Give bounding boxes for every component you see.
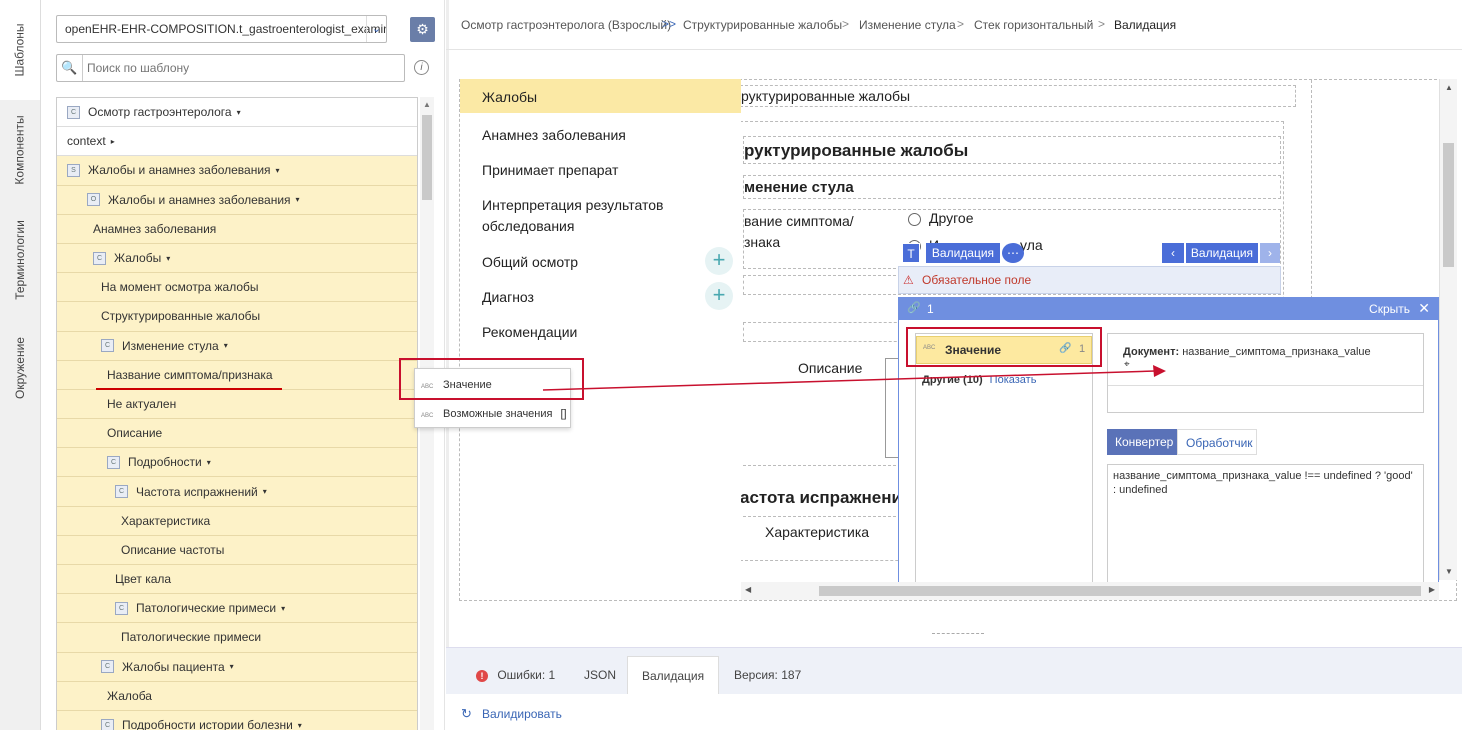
tab-json[interactable]: JSON <box>584 656 616 694</box>
validate-button[interactable]: Валидировать <box>482 707 562 721</box>
error-icon: ! <box>476 670 488 682</box>
tab-validation[interactable]: Валидация <box>627 656 720 694</box>
tab-errors[interactable]: ! Ошибки: 1 <box>476 656 555 694</box>
validate-bar: ↻ Валидировать <box>446 694 1462 730</box>
refresh-icon[interactable]: ↻ <box>461 706 472 722</box>
resize-grip[interactable] <box>932 633 984 637</box>
tab-version[interactable]: Версия: 187 <box>734 656 801 694</box>
annotation-arrow <box>542 365 1166 391</box>
